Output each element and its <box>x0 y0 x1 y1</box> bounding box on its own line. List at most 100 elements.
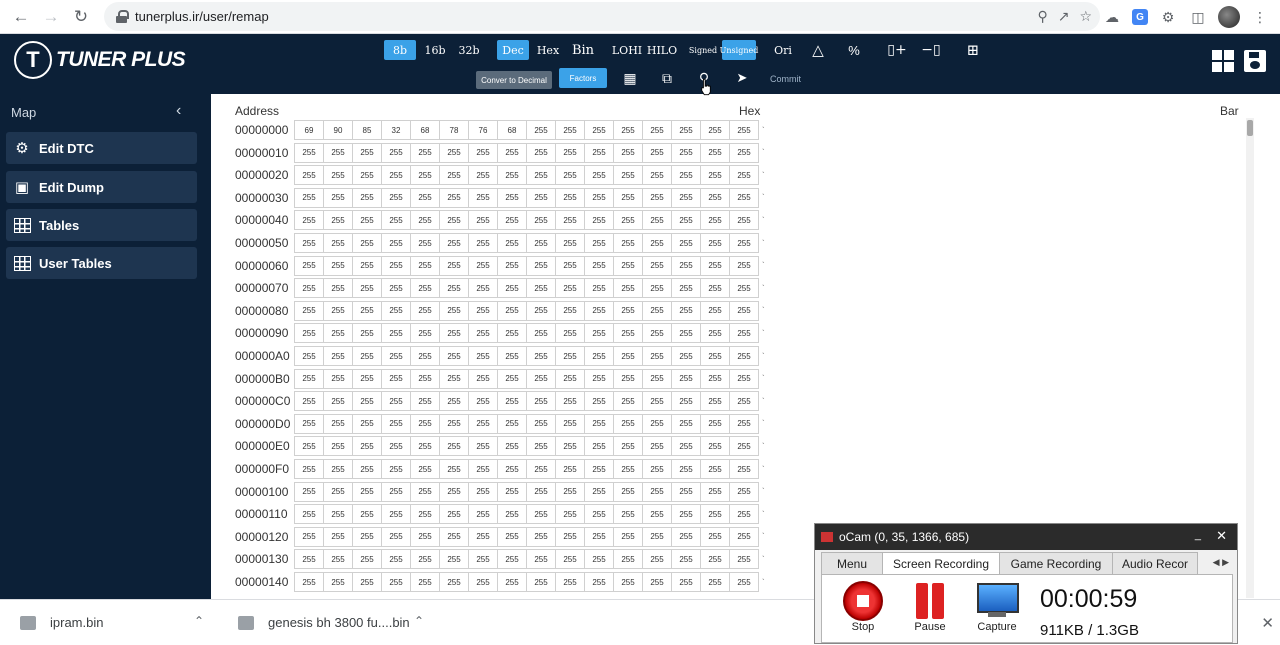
value-cell[interactable]: 255 <box>468 549 498 570</box>
value-cell[interactable]: 255 <box>410 549 440 570</box>
value-cell[interactable]: 255 <box>642 368 672 389</box>
table-view-icon[interactable]: ▦ <box>620 68 640 88</box>
value-cell[interactable]: 255 <box>294 278 324 299</box>
chevron-up-icon[interactable]: ⌃ <box>194 614 204 628</box>
value-cell[interactable]: 69 <box>294 120 324 140</box>
value-cell[interactable]: 255 <box>642 459 672 479</box>
value-cell[interactable]: 255 <box>439 233 469 253</box>
value-cell[interactable]: 255 <box>381 323 411 344</box>
value-cell[interactable]: 255 <box>294 210 324 231</box>
value-cell[interactable]: 255 <box>497 436 527 457</box>
value-cell[interactable]: 255 <box>294 481 324 502</box>
value-cell[interactable]: 255 <box>439 278 469 299</box>
value-cell[interactable]: 255 <box>584 165 614 186</box>
ocam-titlebar[interactable]: oCam (0, 35, 1366, 685) <box>815 524 1237 550</box>
value-cell[interactable]: 255 <box>381 346 411 366</box>
value-cell[interactable]: 255 <box>323 413 353 434</box>
value-cell[interactable]: 255 <box>555 346 585 366</box>
value-cell[interactable]: 255 <box>584 391 614 412</box>
value-cell[interactable]: 255 <box>526 300 556 321</box>
value-cell[interactable]: 255 <box>729 142 759 163</box>
value-cell[interactable]: 255 <box>381 233 411 253</box>
value-cell[interactable]: 255 <box>294 549 324 570</box>
value-cell[interactable]: 255 <box>497 526 527 547</box>
value-cell[interactable]: 255 <box>294 142 324 163</box>
value-cell[interactable]: 255 <box>410 368 440 389</box>
value-cell[interactable]: 255 <box>497 323 527 344</box>
close-icon[interactable]: ✕ <box>1216 528 1227 544</box>
value-cell[interactable]: 255 <box>700 391 730 412</box>
value-cell[interactable]: 255 <box>642 165 672 186</box>
value-cell[interactable]: 255 <box>671 413 701 434</box>
value-cell[interactable]: 255 <box>613 459 643 479</box>
value-cell[interactable]: 255 <box>671 481 701 502</box>
factors-button[interactable]: Factors <box>559 68 607 88</box>
tab-menu[interactable]: Menu <box>821 552 883 574</box>
extensions-puzzle-icon[interactable]: ⚙ <box>1158 7 1178 27</box>
value-cell[interactable]: 255 <box>410 436 440 457</box>
value-cell[interactable]: 255 <box>584 572 614 592</box>
value-cell[interactable]: 255 <box>613 233 643 253</box>
more-menu-icon[interactable]: ⋮ <box>1250 7 1270 27</box>
value-cell[interactable]: 255 <box>555 255 585 276</box>
dashboard-icon[interactable] <box>1212 50 1234 72</box>
value-cell[interactable]: 255 <box>729 413 759 434</box>
value-cell[interactable]: 255 <box>439 413 469 434</box>
value-cell[interactable]: 255 <box>671 323 701 344</box>
value-cell[interactable]: 255 <box>439 549 469 570</box>
value-cell[interactable]: 255 <box>526 481 556 502</box>
value-cell[interactable]: 255 <box>439 187 469 208</box>
value-cell[interactable]: 255 <box>555 300 585 321</box>
value-cell[interactable]: 255 <box>381 459 411 479</box>
value-cell[interactable]: 255 <box>613 142 643 163</box>
decimal-button[interactable]: Dec <box>497 40 529 60</box>
value-cell[interactable]: 255 <box>468 481 498 502</box>
value-cell[interactable]: 255 <box>497 368 527 389</box>
value-cell[interactable]: 255 <box>294 526 324 547</box>
value-cell[interactable]: 255 <box>294 187 324 208</box>
value-cell[interactable]: 255 <box>555 120 585 140</box>
value-cell[interactable]: 255 <box>642 255 672 276</box>
value-cell[interactable]: 255 <box>642 436 672 457</box>
value-cell[interactable]: 255 <box>497 504 527 525</box>
value-cell[interactable]: 255 <box>381 481 411 502</box>
remove-column-icon[interactable]: −▯ <box>918 40 944 60</box>
value-cell[interactable]: 255 <box>642 391 672 412</box>
value-cell[interactable]: 255 <box>642 572 672 592</box>
value-cell[interactable]: 255 <box>526 120 556 140</box>
value-cell[interactable]: 255 <box>642 504 672 525</box>
value-cell[interactable]: 255 <box>323 572 353 592</box>
value-cell[interactable]: 255 <box>497 233 527 253</box>
32-bit-button[interactable]: 32b <box>454 40 484 60</box>
hilo-button[interactable]: HILO <box>646 40 678 60</box>
value-cell[interactable]: 255 <box>294 255 324 276</box>
value-cell[interactable]: 255 <box>497 549 527 570</box>
value-cell[interactable]: 255 <box>642 413 672 434</box>
value-cell[interactable]: 255 <box>381 142 411 163</box>
value-cell[interactable]: 255 <box>468 278 498 299</box>
value-cell[interactable]: 255 <box>526 504 556 525</box>
value-cell[interactable]: 255 <box>381 436 411 457</box>
value-cell[interactable]: 255 <box>352 504 382 525</box>
value-cell[interactable]: 255 <box>381 165 411 186</box>
value-cell[interactable]: 255 <box>468 210 498 231</box>
value-cell[interactable]: 78 <box>439 120 469 140</box>
value-cell[interactable]: 255 <box>700 481 730 502</box>
value-cell[interactable]: 255 <box>410 323 440 344</box>
value-cell[interactable]: 255 <box>642 233 672 253</box>
value-cell[interactable]: 255 <box>439 459 469 479</box>
value-cell[interactable]: 255 <box>526 255 556 276</box>
value-cell[interactable]: 255 <box>410 165 440 186</box>
value-cell[interactable]: 255 <box>613 368 643 389</box>
value-cell[interactable]: 255 <box>729 300 759 321</box>
value-cell[interactable]: 255 <box>352 323 382 344</box>
value-cell[interactable]: 255 <box>468 300 498 321</box>
value-cell[interactable]: 255 <box>700 459 730 479</box>
value-cell[interactable]: 255 <box>381 549 411 570</box>
value-cell[interactable]: 255 <box>352 346 382 366</box>
value-cell[interactable]: 255 <box>468 391 498 412</box>
value-cell[interactable]: 255 <box>526 413 556 434</box>
value-cell[interactable]: 255 <box>439 526 469 547</box>
value-cell[interactable]: 255 <box>352 572 382 592</box>
value-cell[interactable]: 255 <box>584 255 614 276</box>
